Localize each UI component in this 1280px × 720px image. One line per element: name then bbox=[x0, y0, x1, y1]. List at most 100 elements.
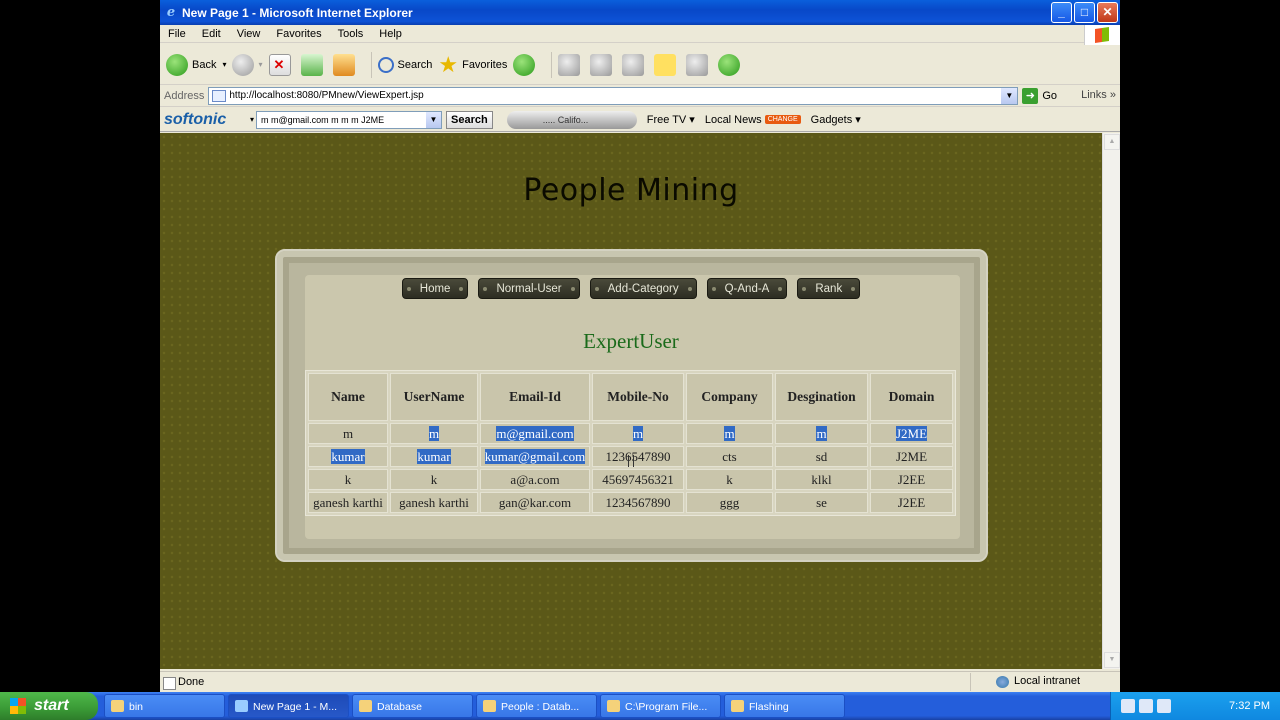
menu-view[interactable]: View bbox=[229, 28, 269, 40]
col-mobile: Mobile-No bbox=[592, 373, 684, 421]
cell-designation: se bbox=[775, 492, 868, 513]
nav-rank[interactable]: Rank bbox=[797, 278, 861, 299]
history-icon bbox=[513, 53, 536, 76]
nav-home[interactable]: Home bbox=[401, 278, 469, 299]
address-input[interactable]: http://localhost:8080/PMnew/ViewExpert.j… bbox=[208, 86, 1019, 105]
cell-mobile: 45697456321 bbox=[592, 469, 684, 490]
task-bin[interactable]: bin bbox=[104, 694, 225, 718]
maximize-button[interactable]: □ bbox=[1074, 2, 1095, 23]
cell-text: J2ME bbox=[895, 448, 928, 464]
task-program-files[interactable]: C:\Program File... bbox=[600, 694, 721, 718]
start-button[interactable]: start bbox=[0, 692, 98, 720]
refresh-button[interactable] bbox=[300, 53, 327, 76]
stop-icon bbox=[268, 53, 291, 76]
page-viewport[interactable]: People Mining Home Normal-User Add-Categ… bbox=[160, 133, 1102, 669]
selected-text: m@gmail.com bbox=[496, 425, 574, 441]
back-dropdown-icon[interactable]: ▾ bbox=[222, 60, 226, 69]
printer-icon bbox=[590, 53, 613, 76]
home-button[interactable] bbox=[332, 53, 359, 76]
radio-station: ..... Califo... bbox=[542, 114, 589, 125]
menu-file[interactable]: File bbox=[160, 28, 194, 40]
favorites-button[interactable]: ★ Favorites bbox=[438, 51, 507, 77]
softonic-search-input[interactable]: m m@gmail.com m m m J2ME ▼ bbox=[256, 110, 443, 129]
search-label: Search bbox=[397, 58, 433, 71]
back-button[interactable]: Back ▾ bbox=[166, 53, 226, 76]
clock[interactable]: 7:32 PM bbox=[1229, 700, 1270, 712]
discuss-button[interactable] bbox=[654, 53, 680, 76]
mail-button[interactable] bbox=[558, 53, 584, 76]
edit-button[interactable] bbox=[622, 53, 648, 76]
gadgets-button[interactable]: Gadgets ▾ bbox=[811, 113, 861, 126]
windows-logo-icon bbox=[1084, 25, 1120, 45]
task-new-page[interactable]: New Page 1 - M... bbox=[228, 694, 349, 718]
tray-volume-icon[interactable] bbox=[1157, 699, 1171, 713]
cell-name: ganesh karthi bbox=[308, 492, 388, 513]
menu-edit[interactable]: Edit bbox=[194, 28, 229, 40]
window-controls: _ □ ✕ bbox=[1051, 2, 1118, 23]
local-news-button[interactable]: Local News bbox=[705, 114, 762, 126]
softonic-search-button[interactable]: Search bbox=[446, 110, 493, 129]
research-button[interactable] bbox=[686, 53, 712, 76]
nav-normal-user[interactable]: Normal-User bbox=[478, 278, 580, 299]
address-bar: Address http://localhost:8080/PMnew/View… bbox=[160, 85, 1120, 107]
window-titlebar[interactable]: e New Page 1 - Microsoft Internet Explor… bbox=[160, 0, 1120, 25]
home-icon bbox=[332, 53, 355, 76]
selected-text: m bbox=[724, 425, 735, 441]
col-designation: Desgination bbox=[775, 373, 868, 421]
nav-add-category[interactable]: Add-Category bbox=[589, 278, 697, 299]
free-tv-label: Free TV bbox=[646, 114, 687, 126]
cell-text: sd bbox=[815, 448, 828, 464]
windows-taskbar: start bin New Page 1 - M... Database Peo… bbox=[0, 692, 1280, 720]
go-arrow-icon: ➜ bbox=[1022, 87, 1039, 104]
history-button[interactable] bbox=[513, 53, 539, 76]
toolbar-divider bbox=[551, 51, 553, 78]
cell-name: k bbox=[308, 469, 388, 490]
back-arrow-icon bbox=[166, 53, 188, 76]
scroll-down-icon[interactable]: ▼ bbox=[1104, 652, 1120, 668]
menu-bar: File Edit View Favorites Tools Help bbox=[160, 25, 1120, 45]
menu-help[interactable]: Help bbox=[371, 28, 410, 40]
cell-email: a@a.com bbox=[480, 469, 590, 490]
col-email: Email-Id bbox=[480, 373, 590, 421]
word-icon bbox=[622, 53, 645, 76]
col-company: Company bbox=[686, 373, 773, 421]
task-database[interactable]: Database bbox=[352, 694, 473, 718]
selected-text: J2ME bbox=[895, 425, 928, 441]
security-zone: Local intranet bbox=[995, 675, 1080, 688]
address-dropdown-icon[interactable]: ▼ bbox=[1001, 87, 1018, 104]
tray-network-icon[interactable] bbox=[1121, 699, 1135, 713]
stop-button[interactable] bbox=[268, 53, 295, 76]
menu-favorites[interactable]: Favorites bbox=[268, 28, 329, 40]
change-badge[interactable]: CHANGE bbox=[764, 115, 801, 124]
task-people[interactable]: People : Datab... bbox=[476, 694, 597, 718]
cell-username: kumar bbox=[390, 446, 478, 467]
links-button[interactable]: Links » bbox=[1081, 89, 1116, 101]
forward-dropdown-icon[interactable]: ▾ bbox=[258, 60, 262, 69]
search-dropdown-icon[interactable]: ▼ bbox=[426, 111, 442, 128]
free-tv-button[interactable]: Free TV ▾ bbox=[647, 113, 695, 126]
cell-username: k bbox=[390, 469, 478, 490]
forward-button[interactable]: ▾ bbox=[232, 53, 263, 76]
search-button[interactable]: Search bbox=[377, 56, 433, 73]
minimize-button[interactable]: _ bbox=[1051, 2, 1072, 23]
close-button[interactable]: ✕ bbox=[1097, 2, 1118, 23]
star-icon: ★ bbox=[438, 51, 459, 77]
nav-q-and-a[interactable]: Q-And-A bbox=[706, 278, 788, 299]
cell-name: m bbox=[308, 423, 388, 444]
tray-app-icon[interactable] bbox=[1139, 699, 1153, 713]
scroll-up-icon[interactable]: ▲ bbox=[1104, 134, 1120, 150]
ie-logo-icon: e bbox=[166, 4, 176, 20]
back-label: Back bbox=[192, 58, 217, 71]
menu-tools[interactable]: Tools bbox=[330, 28, 372, 40]
go-button[interactable]: ➜ Go bbox=[1022, 87, 1057, 104]
col-username: UserName bbox=[390, 373, 478, 421]
radio-player[interactable]: ..... Califo... bbox=[506, 110, 637, 129]
table-row: m m m@gmail.com m m m J2ME bbox=[308, 423, 953, 444]
softonic-dropdown-icon[interactable]: ▾ bbox=[250, 115, 254, 124]
vertical-scrollbar[interactable]: ▲ ▼ bbox=[1102, 133, 1120, 669]
messenger-button[interactable] bbox=[718, 53, 744, 76]
softonic-logo[interactable]: softonic bbox=[160, 111, 258, 129]
task-flashing[interactable]: Flashing bbox=[724, 694, 845, 718]
table-row: k k a@a.com 45697456321 k klkl J2EE bbox=[308, 469, 953, 490]
print-button[interactable] bbox=[590, 53, 616, 76]
